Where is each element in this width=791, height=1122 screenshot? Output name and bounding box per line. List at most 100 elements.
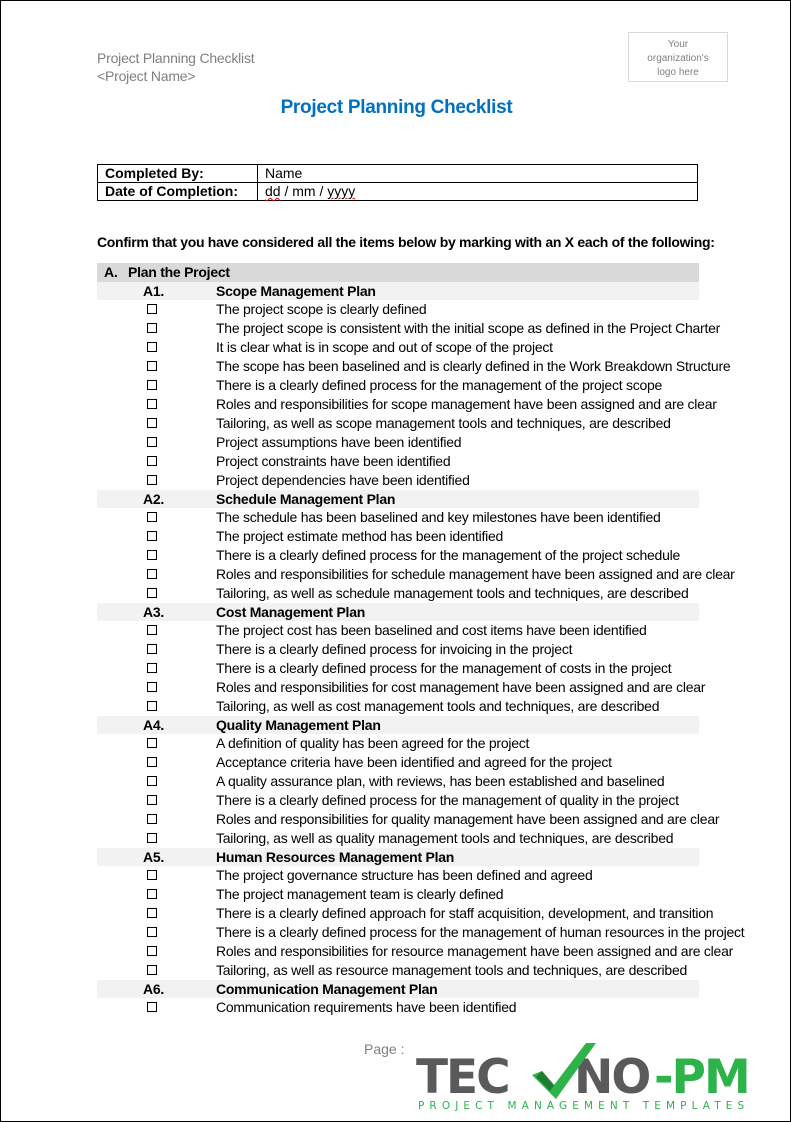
checkbox[interactable] xyxy=(147,644,157,654)
checkbox[interactable] xyxy=(147,588,157,598)
checklist-item: Roles and responsibilities for scope man… xyxy=(97,395,717,414)
checkbox[interactable] xyxy=(147,1002,157,1012)
subsection-title: Scope Management Plan xyxy=(216,283,376,299)
checkbox[interactable] xyxy=(147,965,157,975)
checkbox[interactable] xyxy=(147,701,157,711)
subsection-header: A1. Scope Management Plan xyxy=(97,282,699,300)
checkbox[interactable] xyxy=(147,380,157,390)
checklist-item-text: The scope has been baselined and is clea… xyxy=(216,358,731,374)
subsection-code: A2. xyxy=(143,491,165,507)
checklist-item: There is a clearly defined approach for … xyxy=(97,904,714,923)
checkbox[interactable] xyxy=(147,682,157,692)
checklist-item-text: Acceptance criteria have been identified… xyxy=(216,754,612,770)
checklist-item-text: Roles and responsibilities for resource … xyxy=(216,943,734,959)
checkbox[interactable] xyxy=(147,833,157,843)
date-of-completion-field[interactable]: dd / mm / yyyy xyxy=(257,182,698,201)
subsection-title: Cost Management Plan xyxy=(216,604,366,620)
checkbox[interactable] xyxy=(147,531,157,541)
completed-by-field[interactable]: Name xyxy=(257,164,698,183)
header-project-name: <Project Name> xyxy=(97,68,196,84)
checkbox[interactable] xyxy=(147,757,157,767)
checklist-item: The project governance structure has bee… xyxy=(97,866,699,885)
checklist-item-text: The project scope is consistent with the… xyxy=(216,320,721,336)
checkbox[interactable] xyxy=(147,437,157,447)
checkbox[interactable] xyxy=(147,870,157,880)
completed-by-label: Completed By: xyxy=(97,164,258,183)
document-title: Project Planning Checklist xyxy=(280,97,513,118)
subsection-title: Quality Management Plan xyxy=(216,717,381,733)
document-page: Project Planning Checklist <Project Name… xyxy=(0,0,791,1122)
subsection-title: Human Resources Management Plan xyxy=(216,849,455,865)
checkbox[interactable] xyxy=(147,738,157,748)
checklist-item: A quality assurance plan, with reviews, … xyxy=(97,772,699,791)
page-number-label: Page : xyxy=(364,1041,405,1057)
section-title: Plan the Project xyxy=(128,264,230,280)
checkbox[interactable] xyxy=(147,889,157,899)
checkbox[interactable] xyxy=(147,776,157,786)
checkbox[interactable] xyxy=(147,512,157,522)
subsection-code: A5. xyxy=(143,849,165,865)
checkbox[interactable] xyxy=(147,399,157,409)
brand-text-pm: -PM xyxy=(654,1050,749,1105)
checklist-item-text: Roles and responsibilities for scope man… xyxy=(216,396,717,412)
checklist-item-text: It is clear what is in scope and out of … xyxy=(216,339,553,355)
brand-tagline: PROJECT MANAGEMENT TEMPLATES xyxy=(418,1100,749,1112)
checklist-item: A definition of quality has been agreed … xyxy=(97,734,699,753)
checklist-item: Roles and responsibilities for resource … xyxy=(97,942,733,961)
checklist-item: There is a clearly defined process for t… xyxy=(97,659,699,678)
checkbox[interactable] xyxy=(147,625,157,635)
checklist-item: The project management team is clearly d… xyxy=(97,885,699,904)
brand-text-no: NO xyxy=(574,1050,649,1105)
subsection-code: A3. xyxy=(143,604,165,620)
checklist-item-text: Roles and responsibilities for quality m… xyxy=(216,811,720,827)
checkbox[interactable] xyxy=(147,663,157,673)
checklist-item-text: Tailoring, as well as quality management… xyxy=(216,830,674,846)
checkbox[interactable] xyxy=(147,946,157,956)
checkbox[interactable] xyxy=(147,475,157,485)
subsection-header: A4. Quality Management Plan xyxy=(97,716,699,734)
checklist-item: The scope has been baselined and is clea… xyxy=(97,357,731,376)
checklist-item: There is a clearly defined process for i… xyxy=(97,640,699,659)
date-of-completion-label: Date of Completion: xyxy=(97,182,258,201)
brand-text-tec: TEC xyxy=(416,1050,509,1105)
checkbox[interactable] xyxy=(147,795,157,805)
checkbox[interactable] xyxy=(147,342,157,352)
subsection-title: Schedule Management Plan xyxy=(216,491,396,507)
checklist-item-text: A definition of quality has been agreed … xyxy=(216,735,530,751)
checkbox[interactable] xyxy=(147,456,157,466)
techno-pm-logo: TEC NO -PM PROJECT MANAGEMENT TEMPLATES xyxy=(416,1043,751,1112)
checkbox[interactable] xyxy=(147,304,157,314)
checkbox[interactable] xyxy=(147,361,157,371)
checkbox[interactable] xyxy=(147,927,157,937)
instruction-text: Confirm that you have considered all the… xyxy=(97,234,715,250)
checklist-item: Acceptance criteria have been identified… xyxy=(97,753,699,772)
checklist-item-text: The project estimate method has been ide… xyxy=(216,528,504,544)
checkbox[interactable] xyxy=(147,908,157,918)
checklist-item-text: Roles and responsibilities for cost mana… xyxy=(216,679,706,695)
checkbox[interactable] xyxy=(147,550,157,560)
checkbox[interactable] xyxy=(147,418,157,428)
checklist-item-text: There is a clearly defined approach for … xyxy=(216,905,714,921)
checklist-item: The project estimate method has been ide… xyxy=(97,527,699,546)
section-header: A. Plan the Project xyxy=(97,263,699,282)
checklist-item-text: The schedule has been baselined and key … xyxy=(216,509,661,525)
checklist-item-text: The project cost has been baselined and … xyxy=(216,622,647,638)
checkbox[interactable] xyxy=(147,569,157,579)
checklist-item-text: There is a clearly defined process for t… xyxy=(216,547,681,563)
checkbox[interactable] xyxy=(147,323,157,333)
subsection-code: A6. xyxy=(143,981,165,997)
checklist-item: Project constraints have been identified xyxy=(97,452,699,471)
checklist-item-text: Tailoring, as well as scope management t… xyxy=(216,415,671,431)
page-header: Project Planning Checklist <Project Name… xyxy=(97,49,255,85)
date-yyyy: yyyy xyxy=(327,183,356,199)
section-letter: A. xyxy=(104,264,118,280)
checklist-item-text: Project dependencies have been identifie… xyxy=(216,472,470,488)
checklist-item: The schedule has been baselined and key … xyxy=(97,508,699,527)
logo-line: logo here xyxy=(657,67,699,78)
checkbox[interactable] xyxy=(147,814,157,824)
subsection-header: A2. Schedule Management Plan xyxy=(97,490,699,508)
checklist-item: Roles and responsibilities for cost mana… xyxy=(97,678,705,697)
completion-info-table: Completed By: Name Date of Completion: d… xyxy=(97,164,698,201)
completed-by-row: Completed By: Name xyxy=(97,164,698,183)
checklist-item-text: There is a clearly defined process for i… xyxy=(216,641,573,657)
